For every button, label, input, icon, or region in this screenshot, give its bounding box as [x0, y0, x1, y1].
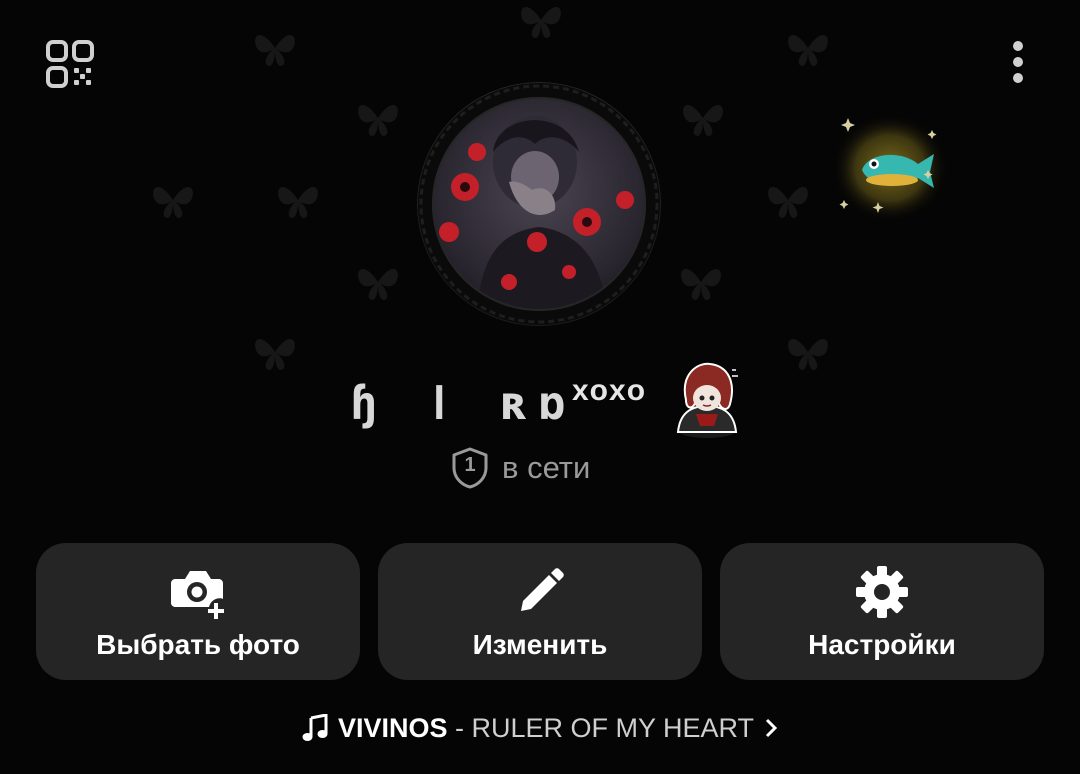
profile-name-row: ɧ ǀ ʀɒ xoxo	[350, 360, 750, 440]
butterfly-icon	[358, 104, 398, 136]
choose-photo-label: Выбрать фото	[96, 629, 300, 660]
butterfly-icon	[788, 34, 828, 66]
profile-music[interactable]: VIVINOS - RULER OF MY HEART	[0, 708, 1080, 748]
settings-button[interactable]: Настройки	[720, 543, 1044, 680]
camera-add-icon	[167, 565, 229, 619]
shield-badge: 1	[450, 446, 490, 490]
profile-avatar[interactable]	[417, 82, 661, 326]
collectible-gift[interactable]	[822, 108, 954, 228]
pencil-icon	[509, 565, 571, 619]
online-status[interactable]: 1 в сети	[450, 446, 590, 490]
music-separator: -	[447, 712, 472, 743]
butterfly-icon	[788, 338, 828, 370]
edit-button[interactable]: Изменить	[378, 543, 702, 680]
butterfly-icon	[278, 186, 318, 218]
avatar-image	[417, 82, 661, 326]
butterfly-icon	[683, 104, 723, 136]
profile-name: ɧ ǀ ʀɒ	[350, 376, 577, 430]
more-vertical-icon	[1013, 41, 1023, 83]
qr-code-button[interactable]	[44, 38, 96, 90]
profile-name-suffix: xoxo	[572, 374, 647, 407]
choose-photo-button[interactable]: Выбрать фото	[36, 543, 360, 680]
chevron-right-icon	[765, 718, 778, 738]
butterfly-icon	[255, 338, 295, 370]
butterfly-icon	[681, 268, 721, 300]
music-title: RULER OF MY HEART	[471, 712, 755, 743]
butterfly-icon	[768, 186, 808, 218]
more-options-button[interactable]	[1000, 38, 1036, 90]
anime-sticker-icon	[676, 362, 738, 438]
music-note-icon	[302, 714, 328, 741]
fish-gift-icon	[832, 114, 948, 222]
butterfly-icon	[358, 268, 398, 300]
status-text: в сети	[502, 450, 591, 485]
edit-label: Изменить	[472, 629, 608, 660]
settings-label: Настройки	[808, 629, 956, 660]
butterfly-icon	[255, 34, 295, 66]
music-artist: VIVINOS	[337, 712, 448, 743]
butterfly-icon	[521, 6, 561, 38]
butterfly-icon	[153, 186, 193, 218]
gear-icon	[851, 565, 913, 619]
status-count: 1	[464, 454, 476, 476]
qr-code-icon	[46, 40, 94, 88]
